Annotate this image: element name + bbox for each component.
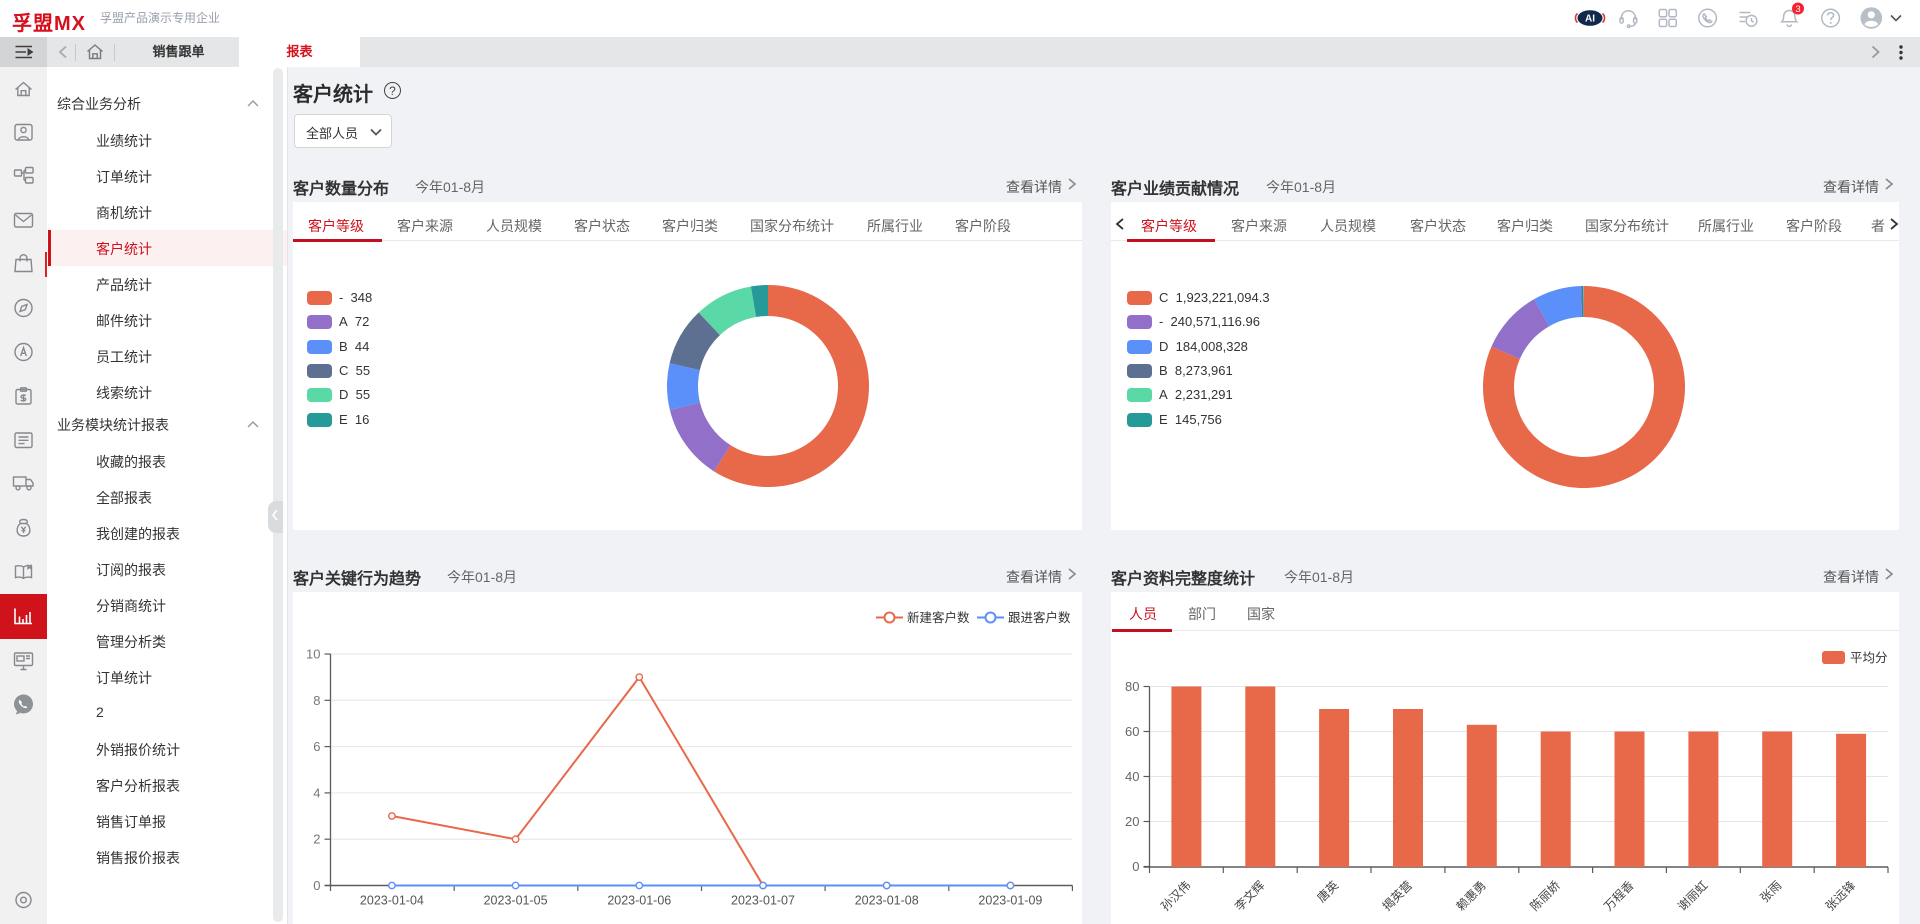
- svg-text:陈丽娇: 陈丽娇: [1527, 878, 1563, 914]
- svg-text:AI: AI: [1585, 14, 1595, 25]
- svg-text:0: 0: [1132, 859, 1139, 874]
- svg-text:唐英: 唐英: [1314, 878, 1342, 906]
- svg-text:万程香: 万程香: [1601, 878, 1637, 914]
- svg-text:3: 3: [1795, 4, 1800, 15]
- svg-text:谢丽虹: 谢丽虹: [1674, 878, 1710, 914]
- svg-text:平均分: 平均分: [1850, 651, 1888, 665]
- svg-text:40: 40: [1125, 769, 1139, 784]
- svg-text:揭英营: 揭英营: [1379, 878, 1415, 914]
- svg-text:孙汉伟: 孙汉伟: [1158, 878, 1193, 913]
- svg-text:张雨: 张雨: [1757, 878, 1784, 905]
- svg-text:李文辉: 李文辉: [1231, 878, 1267, 914]
- svg-text:赖惠勇: 赖惠勇: [1454, 878, 1489, 913]
- svg-text:20: 20: [1125, 814, 1139, 829]
- svg-text:60: 60: [1125, 724, 1139, 739]
- svg-text:张远锋: 张远锋: [1823, 878, 1858, 913]
- svg-text:80: 80: [1125, 679, 1139, 694]
